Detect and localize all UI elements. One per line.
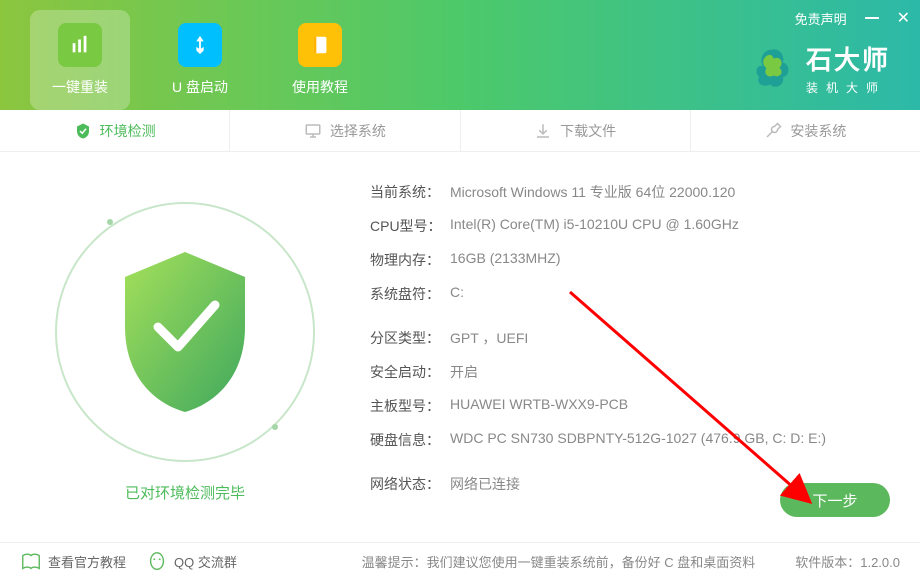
nav-tutorial[interactable]: 使用教程 xyxy=(270,10,370,110)
footer-tutorial-link[interactable]: 查看官方教程 xyxy=(20,551,126,573)
os-label: 当前系统： xyxy=(370,182,450,202)
nav-usb[interactable]: U 盘启动 xyxy=(150,10,250,110)
footer-qq-label: QQ 交流群 xyxy=(174,552,237,571)
footer: 查看官方教程 QQ 交流群 温馨提示：我们建议您使用一键重装系统前，备份好 C … xyxy=(0,542,920,580)
drive-value: C: xyxy=(450,284,464,304)
nav-items: 一键重装 U 盘启动 使用教程 xyxy=(0,0,380,110)
system-info: 当前系统：Microsoft Windows 11 专业版 64位 22000.… xyxy=(340,172,890,532)
brand: 石大师 装机大师 xyxy=(750,40,890,96)
book-icon xyxy=(298,23,342,67)
brand-logo-icon xyxy=(750,46,794,90)
content: 已对环境检测完毕 当前系统：Microsoft Windows 11 专业版 6… xyxy=(0,152,920,542)
cpu-label: CPU型号： xyxy=(370,216,450,236)
disk-label: 硬盘信息： xyxy=(370,430,450,450)
footer-ver-label: 软件版本： xyxy=(795,555,860,570)
drive-label: 系统盘符： xyxy=(370,284,450,304)
net-label: 网络状态： xyxy=(370,474,450,494)
book-open-icon xyxy=(20,551,42,573)
close-button[interactable]: ✕ xyxy=(897,8,910,28)
status-text: 已对环境检测完毕 xyxy=(125,482,245,503)
wrench-icon xyxy=(764,122,782,140)
secure-label: 安全启动： xyxy=(370,362,450,382)
footer-qq-link[interactable]: QQ 交流群 xyxy=(146,551,237,573)
monitor-icon xyxy=(304,122,322,140)
status-panel: 已对环境检测完毕 xyxy=(30,172,340,532)
tab-install[interactable]: 安装系统 xyxy=(691,110,920,151)
step-tabs: 环境检测 选择系统 下载文件 安装系统 xyxy=(0,110,920,152)
bars-icon xyxy=(58,23,102,67)
minimize-button[interactable] xyxy=(865,17,879,19)
cpu-value: Intel(R) Core(TM) i5-10210U CPU @ 1.60GH… xyxy=(450,216,739,236)
nav-reinstall[interactable]: 一键重装 xyxy=(30,10,130,110)
shield-check-icon xyxy=(74,122,92,140)
part-value: GPT ，UEFI xyxy=(450,328,528,348)
footer-version: 软件版本：1.2.0.0 xyxy=(795,552,900,571)
tab-download[interactable]: 下载文件 xyxy=(461,110,691,151)
tab-env-check[interactable]: 环境检测 xyxy=(0,110,230,151)
os-value: Microsoft Windows 11 专业版 64位 22000.120 xyxy=(450,182,735,202)
disk-value: WDC PC SN730 SDBPNTY-512G-1027 (476.9 GB… xyxy=(450,430,826,450)
download-icon xyxy=(534,122,552,140)
tab-download-label: 下载文件 xyxy=(560,121,616,141)
ram-value: 16GB (2133MHZ) xyxy=(450,250,560,270)
secure-value: 开启 xyxy=(450,362,478,382)
footer-tip-text: 我们建议您使用一键重装系统前，备份好 C 盘和桌面资料 xyxy=(427,555,756,570)
nav-reinstall-label: 一键重装 xyxy=(52,77,108,97)
nav-usb-label: U 盘启动 xyxy=(172,77,228,97)
footer-tutorial-label: 查看官方教程 xyxy=(48,552,126,571)
footer-ver-value: 1.2.0.0 xyxy=(860,555,900,570)
next-button[interactable]: 下一步 xyxy=(780,483,890,517)
tab-install-label: 安装系统 xyxy=(790,121,846,141)
footer-tip-label: 温馨提示： xyxy=(362,555,427,570)
board-label: 主板型号： xyxy=(370,396,450,416)
tab-select-label: 选择系统 xyxy=(330,121,386,141)
usb-icon xyxy=(178,23,222,67)
net-value: 网络已连接 xyxy=(450,474,520,494)
brand-subtitle: 装机大师 xyxy=(806,79,890,96)
footer-tip: 温馨提示：我们建议您使用一键重装系统前，备份好 C 盘和桌面资料 xyxy=(362,552,756,571)
brand-title: 石大师 xyxy=(806,40,890,77)
part-label: 分区类型： xyxy=(370,328,450,348)
nav-tutorial-label: 使用教程 xyxy=(292,77,348,97)
disclaimer-link[interactable]: 免责声明 xyxy=(795,9,847,28)
ram-label: 物理内存： xyxy=(370,250,450,270)
board-value: HUAWEI WRTB-WXX9-PCB xyxy=(450,396,628,416)
window-controls: 免责声明 ✕ xyxy=(795,8,910,28)
qq-icon xyxy=(146,551,168,573)
header: 一键重装 U 盘启动 使用教程 免责声明 ✕ 石大师 装机大师 xyxy=(0,0,920,110)
tab-env-label: 环境检测 xyxy=(100,121,156,141)
shield-ring xyxy=(55,202,315,462)
tab-select-system[interactable]: 选择系统 xyxy=(230,110,460,151)
shield-icon xyxy=(110,247,260,417)
